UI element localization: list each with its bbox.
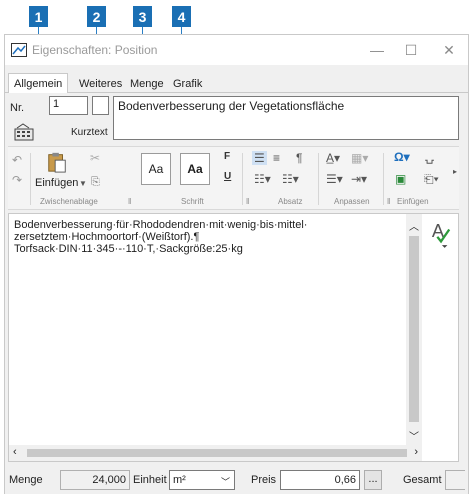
object-icon[interactable]: ⎗▾ xyxy=(424,172,439,187)
paste-label[interactable]: Einfügen xyxy=(35,177,78,189)
nr-label: Nr. xyxy=(10,102,25,114)
bold-button[interactable]: F xyxy=(224,151,230,162)
spellcheck-icon[interactable]: A xyxy=(430,220,452,250)
scroll-down-icon[interactable]: ﹀ xyxy=(409,428,419,443)
paragraph-group-label: Absatz xyxy=(278,197,303,206)
minimize-button[interactable]: — xyxy=(363,39,391,61)
scroll-up-icon[interactable]: ︿ xyxy=(409,218,419,233)
numbered-list-icon[interactable]: ☷▾ xyxy=(282,172,299,186)
clipboard-group-label: Zwischenablage xyxy=(40,197,98,206)
scroll-left-icon[interactable]: ‹ xyxy=(13,446,17,458)
preis-input[interactable]: 0,66 xyxy=(280,470,360,490)
quantity-bar: Menge 24,000 Einheit m² ﹀ Preis 0,66 ...… xyxy=(5,469,468,493)
undo-icon[interactable]: ↶ xyxy=(12,153,22,167)
calculator-icon[interactable] xyxy=(14,123,36,141)
einheit-chevron-icon[interactable]: ﹀ xyxy=(221,475,230,488)
special-char-icon[interactable]: ⍽ xyxy=(425,150,434,164)
long-text-editor[interactable]: Bodenverbesserung·für·Rhododendren·mit·w… xyxy=(8,213,459,462)
title-bar: Eigenschaften: Position — ☐ ✕ xyxy=(5,35,468,65)
menge-label: Menge xyxy=(9,474,43,486)
vertical-scroll-thumb[interactable] xyxy=(409,236,419,422)
ribbon-separator xyxy=(318,153,319,205)
clipboard-expand-icon[interactable]: ‖ xyxy=(128,197,131,206)
ribbon-separator xyxy=(242,153,243,205)
align-left-icon[interactable]: ☰ xyxy=(252,151,267,165)
callout-1: 1 xyxy=(29,6,48,27)
einheit-value: m² xyxy=(173,474,186,486)
tab-stops-icon[interactable]: ⇥▾ xyxy=(351,172,367,186)
cut-icon[interactable]: ✂ xyxy=(90,151,100,165)
properties-window: Eigenschaften: Position — ☐ ✕ Allgemein … xyxy=(4,34,469,494)
gesamt-value xyxy=(445,470,465,490)
einheit-label: Einheit xyxy=(133,474,167,486)
adjust-group-label: Anpassen xyxy=(334,197,370,206)
style-button-1-label: Aa xyxy=(148,162,164,176)
image-icon[interactable]: ▣ xyxy=(395,172,406,186)
tab-weiteres[interactable]: Weiteres xyxy=(75,76,126,93)
ribbon-separator xyxy=(30,153,31,205)
horizontal-scroll-thumb[interactable] xyxy=(27,449,407,457)
underline-button[interactable]: U xyxy=(224,171,231,182)
text-style-icon[interactable]: A̲▾ xyxy=(326,151,340,165)
insert-group-label: Einfügen xyxy=(397,197,429,206)
bullet-list-icon[interactable]: ☷▾ xyxy=(254,172,271,186)
symbol-icon[interactable]: Ω▾ xyxy=(394,150,410,164)
editor-line: Torfsack·DIN·11·345·-·110·T,·Sackgröße:2… xyxy=(14,243,243,255)
kurztext-label: Kurztext xyxy=(71,127,108,138)
position-app-icon xyxy=(11,43,27,57)
callout-4: 4 xyxy=(172,6,191,27)
style-button-2[interactable]: Aa xyxy=(180,153,210,185)
close-button[interactable]: ✕ xyxy=(435,39,463,61)
nr-input[interactable]: 1 xyxy=(49,96,88,115)
editor-line: Bodenverbesserung·für·Rhododendren·mit·w… xyxy=(14,219,308,231)
tab-grafik[interactable]: Grafik xyxy=(169,76,206,93)
table-icon[interactable]: ▦▾ xyxy=(351,151,368,165)
paste-dropdown-icon[interactable]: ▼ xyxy=(79,179,87,188)
gesamt-label: Gesamt xyxy=(403,474,442,486)
paragraph-mark-icon[interactable]: ¶ xyxy=(296,151,302,165)
short-text-input[interactable]: Bodenverbesserung der Vegetationsfläche xyxy=(113,96,459,140)
maximize-button[interactable]: ☐ xyxy=(397,39,425,61)
style-button-1[interactable]: Aa xyxy=(141,153,171,185)
adjust-expand-icon[interactable]: ‖ xyxy=(387,197,390,206)
editor-line: zersetztem·Hochmoortorf·(Weißtorf).¶ xyxy=(14,231,200,243)
editor-text[interactable]: Bodenverbesserung·für·Rhododendren·mit·w… xyxy=(14,219,414,255)
style-button-2-label: Aa xyxy=(187,162,203,176)
einheit-select[interactable]: m² ﹀ xyxy=(169,470,235,490)
short-text-value: Bodenverbesserung der Vegetationsfläche xyxy=(118,99,345,113)
tab-menge[interactable]: Menge xyxy=(126,76,168,93)
align-center-icon[interactable]: ≡ xyxy=(273,151,280,165)
preis-label: Preis xyxy=(251,474,277,486)
callout-2: 2 xyxy=(87,6,106,27)
price-ellipsis-button[interactable]: ... xyxy=(364,470,382,490)
font-expand-icon[interactable]: ‖ xyxy=(246,197,249,206)
paste-icon[interactable] xyxy=(46,151,68,173)
nr-extra-box[interactable] xyxy=(92,96,109,115)
font-group-label: Schrift xyxy=(181,197,204,206)
menge-input[interactable]: 24,000 xyxy=(60,470,130,490)
scroll-right-icon[interactable]: › xyxy=(414,446,418,458)
vertical-scrollbar[interactable]: ︿ ﹀ xyxy=(406,214,422,445)
window-title: Eigenschaften: Position xyxy=(32,43,158,57)
formatting-ribbon: ↶ ↷ ✂ Einfügen ▼ ⎘ Zwischenablage ‖ Aa A… xyxy=(8,146,459,210)
tab-strip: Allgemein Weiteres Menge Grafik xyxy=(5,73,468,94)
ribbon-separator xyxy=(383,153,384,205)
horizontal-scrollbar[interactable]: ‹ › xyxy=(9,445,422,461)
copy-icon[interactable]: ⎘ xyxy=(91,176,100,189)
indent-icon[interactable]: ☰▾ xyxy=(326,172,343,186)
ribbon-more-icon[interactable]: ▸ xyxy=(453,167,457,176)
general-panel: Nr. 1 Bodenverbesserung der Vegetationsf… xyxy=(5,93,468,494)
redo-icon[interactable]: ↷ xyxy=(12,173,22,187)
callout-3: 3 xyxy=(133,6,152,27)
tab-allgemein[interactable]: Allgemein xyxy=(8,73,69,94)
